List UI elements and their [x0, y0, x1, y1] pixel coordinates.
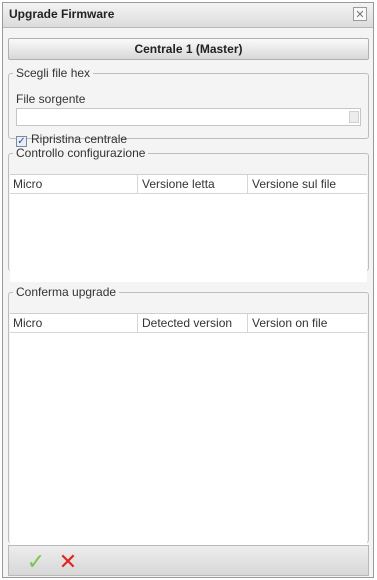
close-icon: ✕: [355, 9, 365, 21]
source-file-label: File sorgente: [16, 92, 86, 106]
title-bar: Upgrade Firmware ✕: [3, 3, 373, 28]
column-divider[interactable]: [137, 314, 138, 332]
config-check-table: Micro Versione letta Versione sul file: [10, 174, 367, 282]
column-header-version-on-file[interactable]: Version on file: [252, 316, 327, 330]
upgrade-confirm-legend: Conferma upgrade: [16, 285, 117, 299]
close-button[interactable]: ✕: [353, 7, 367, 21]
column-header-read-version[interactable]: Versione letta: [142, 177, 215, 191]
column-header-micro[interactable]: Micro: [13, 177, 42, 191]
hex-file-group: Scegli file hex File sorgente ✓ Ripristin…: [8, 66, 369, 147]
restore-central-label: Ripristina centrale: [31, 132, 128, 146]
browse-button[interactable]: [349, 111, 359, 123]
action-bar: ✓ ✕: [8, 545, 369, 576]
column-divider[interactable]: [247, 175, 248, 193]
config-check-header: Micro Versione letta Versione sul file: [10, 175, 367, 194]
upgrade-confirm-table: Micro Detected version Version on file: [10, 313, 367, 554]
column-header-micro[interactable]: Micro: [13, 316, 42, 330]
restore-central-option[interactable]: ✓ Ripristina centrale: [16, 132, 127, 147]
upgrade-confirm-group: Conferma upgrade Micro Detected version …: [8, 285, 369, 554]
config-check-legend: Controllo configurazione: [16, 146, 146, 160]
config-check-group: Controllo configurazione Micro Versione …: [8, 146, 369, 282]
column-header-file-version[interactable]: Versione sul file: [252, 177, 336, 191]
checkmark-icon: ✓: [26, 550, 46, 575]
central-selector[interactable]: Centrale 1 (Master): [8, 38, 369, 60]
central-label: Centrale 1 (Master): [134, 42, 243, 56]
cross-icon: ✕: [58, 550, 78, 575]
column-header-detected-version[interactable]: Detected version: [142, 316, 232, 330]
column-divider[interactable]: [137, 175, 138, 193]
upgrade-confirm-header: Micro Detected version Version on file: [10, 314, 367, 333]
hex-file-legend: Scegli file hex: [16, 66, 91, 80]
confirm-button[interactable]: ✓: [23, 550, 49, 575]
window-title: Upgrade Firmware: [9, 7, 115, 21]
upgrade-firmware-window: Upgrade Firmware ✕ Centrale 1 (Master) S…: [2, 2, 374, 578]
source-file-input[interactable]: [16, 108, 361, 126]
column-divider[interactable]: [247, 314, 248, 332]
cancel-button[interactable]: ✕: [55, 550, 81, 575]
